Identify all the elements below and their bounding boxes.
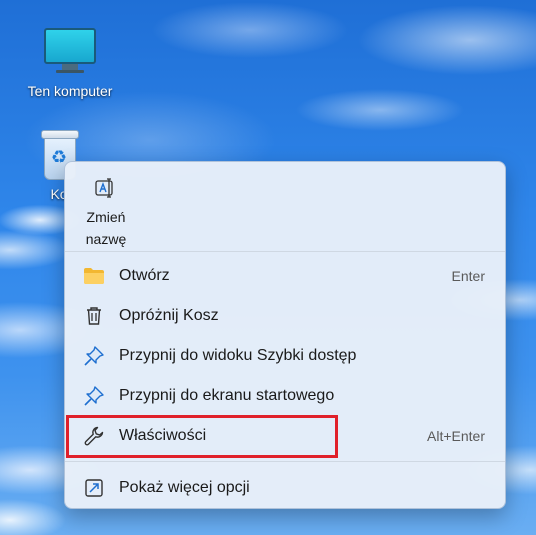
menu-item-pin-to-start[interactable]: Przypnij do ekranu startowego: [69, 378, 501, 414]
computer-icon: [44, 28, 96, 83]
pin-icon: [83, 345, 105, 367]
pin-icon: [83, 385, 105, 407]
context-menu: Zmień nazwę Otwórz Enter Opróżnij Kosz P…: [64, 161, 506, 509]
desktop-icon-label: Ten komputer: [27, 83, 113, 99]
menu-item-open[interactable]: Otwórz Enter: [69, 258, 501, 294]
menu-separator: [65, 461, 505, 462]
menu-item-label: Przypnij do widoku Szybki dostęp: [119, 347, 357, 364]
wrench-icon: [83, 425, 105, 447]
menu-item-pin-quick-access[interactable]: Przypnij do widoku Szybki dostęp: [69, 338, 501, 374]
menu-item-label: Otwórz: [119, 267, 170, 284]
desktop-icon-this-pc[interactable]: Ten komputer: [22, 28, 118, 99]
menu-item-properties[interactable]: Właściwości Alt+Enter: [69, 418, 501, 454]
menu-item-shortcut: Alt+Enter: [427, 428, 485, 444]
menu-item-label: Pokaż więcej opcji: [119, 479, 250, 496]
menu-separator: [65, 251, 505, 252]
trash-icon: [83, 305, 105, 327]
menu-item-label: Właściwości: [119, 427, 207, 444]
desktop: Ten komputer ♻ Ko Zmień nazwę Otwórz Ent…: [0, 0, 536, 535]
menu-item-label: Opróżnij Kosz: [119, 307, 219, 324]
menu-item-show-more-options[interactable]: Pokaż więcej opcji: [69, 470, 501, 506]
quick-action-label: Zmień nazwę: [85, 209, 127, 247]
more-options-icon: [83, 477, 105, 499]
rename-icon: [95, 178, 117, 198]
quick-action-rename[interactable]: Zmień nazwę: [73, 170, 139, 250]
menu-item-shortcut: Enter: [451, 268, 485, 284]
menu-item-empty-recycle-bin[interactable]: Opróżnij Kosz: [69, 298, 501, 334]
menu-item-label: Przypnij do ekranu startowego: [119, 387, 335, 404]
folder-icon: [83, 265, 105, 287]
